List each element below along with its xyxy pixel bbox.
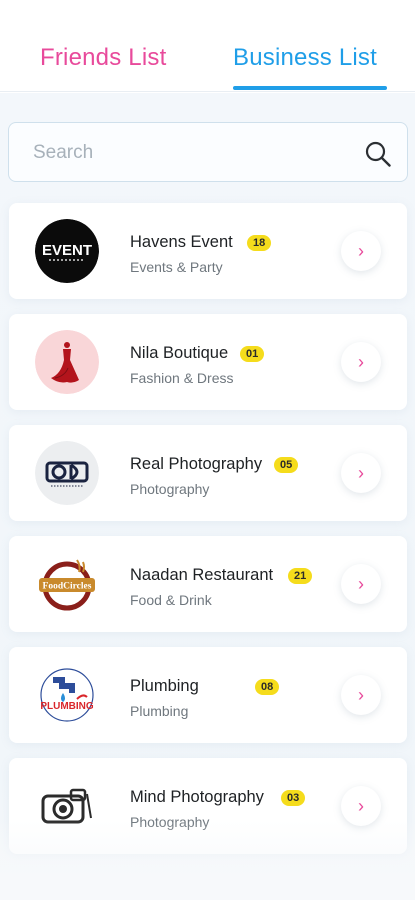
search-input[interactable] bbox=[33, 140, 333, 166]
chevron-right-icon: › bbox=[358, 351, 364, 372]
chevron-right-icon: › bbox=[358, 795, 364, 816]
plumbing-logo-text: PLUMBING bbox=[40, 701, 94, 712]
foodcircles-logo-text: FoodCircles bbox=[43, 582, 92, 592]
tab-bar: Friends List Business List bbox=[0, 0, 415, 92]
open-business-button[interactable]: › bbox=[341, 342, 381, 382]
chevron-right-icon: › bbox=[358, 573, 364, 594]
search-box[interactable] bbox=[8, 122, 408, 182]
count-badge: 21 bbox=[288, 568, 313, 584]
business-category: Photography bbox=[130, 814, 210, 830]
dress-logo-icon bbox=[35, 330, 99, 394]
chevron-right-icon: › bbox=[358, 462, 364, 483]
tab-friends-list[interactable]: Friends List bbox=[40, 44, 166, 72]
open-business-button[interactable]: › bbox=[341, 564, 381, 604]
business-card[interactable]: Mind Photography 03 Photography › bbox=[9, 758, 407, 854]
business-name: Mind Photography bbox=[130, 788, 264, 806]
business-card[interactable]: FoodCircles Naadan Restaurant 21 Food & … bbox=[9, 536, 407, 632]
tab-business-list[interactable]: Business List bbox=[233, 44, 377, 72]
business-card[interactable]: EVENT Havens Event 18 Events & Party › bbox=[9, 203, 407, 299]
business-card[interactable]: Nila Boutique 01 Fashion & Dress › bbox=[9, 314, 407, 410]
camera-sketch-logo-icon bbox=[35, 774, 99, 838]
camera-logo-icon bbox=[35, 441, 99, 505]
business-category: Food & Drink bbox=[130, 592, 212, 608]
business-name: Nila Boutique bbox=[130, 344, 229, 362]
open-business-button[interactable]: › bbox=[341, 231, 381, 271]
business-card[interactable]: PLUMBING Plumbing 08 Plumbing › bbox=[9, 647, 407, 743]
business-name: Real Photography bbox=[130, 455, 263, 473]
business-name: Naadan Restaurant bbox=[130, 566, 274, 584]
chevron-right-icon: › bbox=[358, 240, 364, 261]
count-badge: 05 bbox=[274, 457, 299, 473]
search-icon[interactable] bbox=[364, 140, 392, 168]
business-name: Havens Event bbox=[130, 233, 233, 251]
business-category: Photography bbox=[130, 481, 210, 497]
plumbing-logo-icon: PLUMBING bbox=[35, 663, 99, 727]
chevron-right-icon: › bbox=[358, 684, 364, 705]
event-logo-text: EVENT bbox=[42, 242, 92, 259]
active-tab-indicator bbox=[233, 86, 387, 90]
foodcircles-logo-icon: FoodCircles bbox=[35, 552, 99, 616]
business-category: Fashion & Dress bbox=[130, 370, 234, 386]
business-category: Plumbing bbox=[130, 703, 189, 719]
business-name: Plumbing bbox=[130, 677, 199, 695]
open-business-button[interactable]: › bbox=[341, 453, 381, 493]
open-business-button[interactable]: › bbox=[341, 786, 381, 826]
count-badge: 03 bbox=[281, 790, 306, 806]
business-card[interactable]: Real Photography 05 Photography › bbox=[9, 425, 407, 521]
business-category: Events & Party bbox=[130, 259, 223, 275]
count-badge: 08 bbox=[255, 679, 280, 695]
count-badge: 18 bbox=[247, 235, 272, 251]
count-badge: 01 bbox=[240, 346, 265, 362]
event-logo-icon: EVENT bbox=[35, 219, 99, 283]
open-business-button[interactable]: › bbox=[341, 675, 381, 715]
